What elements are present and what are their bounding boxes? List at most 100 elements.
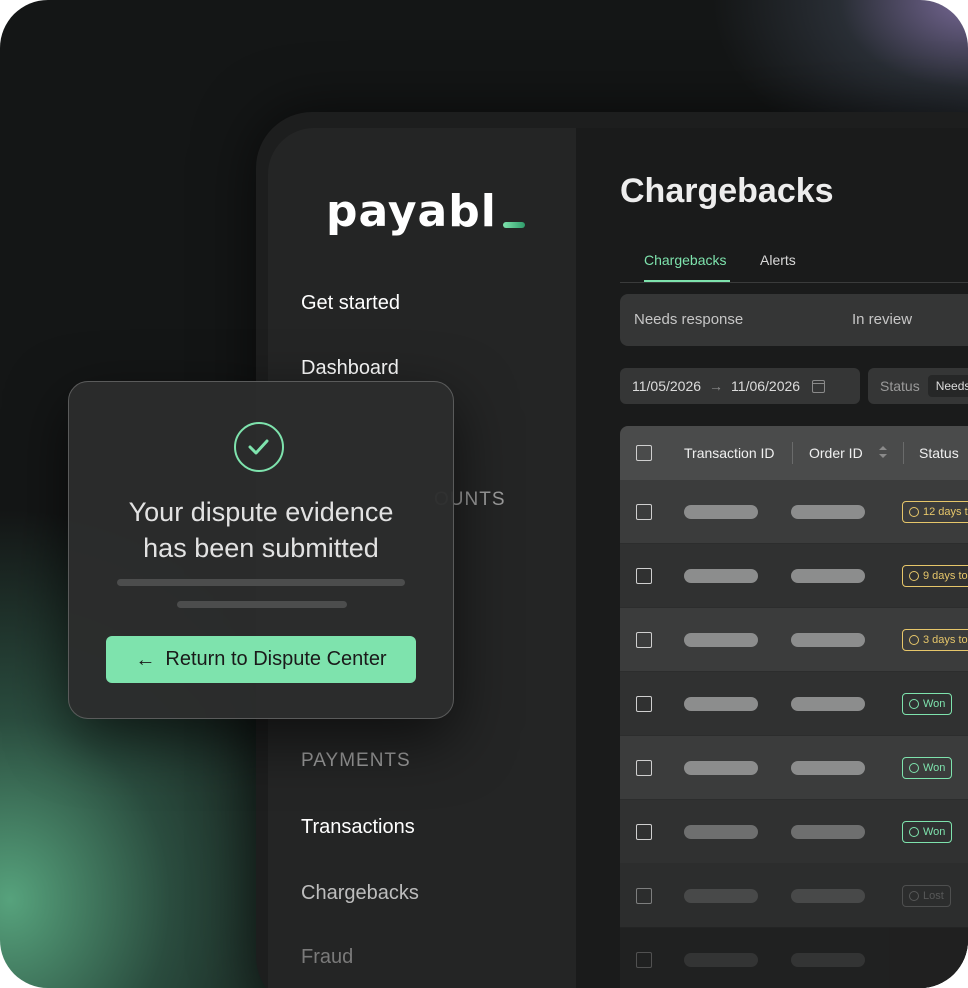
submission-confirmation-card: Your dispute evidence has been submitted…	[68, 381, 454, 719]
return-button-label: Return to Dispute Center	[165, 648, 387, 670]
table-row[interactable]: Won	[620, 736, 968, 800]
date-to: 11/06/2026	[731, 378, 801, 394]
table-row[interactable]: 12 days t	[620, 480, 968, 544]
sidebar-item-fraud[interactable]: Fraud	[301, 946, 353, 969]
arrow-left-icon: ←	[135, 648, 156, 671]
status-filter-value: Needs	[927, 375, 968, 397]
date-range-picker[interactable]: 11/05/2026 → 11/06/2026	[620, 368, 860, 404]
order-id-placeholder	[791, 569, 865, 583]
checkmark-icon	[248, 439, 269, 455]
filter-in-review[interactable]: In review	[852, 311, 912, 328]
row-checkbox[interactable]	[636, 888, 652, 904]
status-badge-text: 3 days to	[923, 634, 968, 646]
confirmation-title: Your dispute evidence has been submitted	[69, 494, 453, 566]
page-title: Chargebacks	[620, 172, 834, 210]
row-checkbox[interactable]	[636, 760, 652, 776]
table-row[interactable]	[620, 928, 968, 988]
status-filter-label: Status	[880, 378, 920, 394]
transaction-id-placeholder	[684, 505, 758, 519]
x-circle-icon	[909, 891, 919, 901]
text-placeholder-line	[177, 601, 347, 608]
confirmation-title-line-2: has been submitted	[143, 533, 379, 563]
order-id-placeholder	[791, 761, 865, 775]
table-row[interactable]: 3 days to	[620, 608, 968, 672]
sort-icon[interactable]	[879, 446, 887, 458]
column-order-id[interactable]: Order ID	[809, 445, 863, 461]
logo-accent-mark	[502, 222, 525, 228]
transaction-id-placeholder	[684, 697, 758, 711]
check-circle-icon	[909, 827, 919, 837]
status-badge: Won	[902, 757, 953, 779]
status-badge-text: Won	[923, 762, 946, 774]
order-id-placeholder	[791, 697, 865, 711]
order-id-placeholder	[791, 953, 865, 967]
transaction-id-placeholder	[684, 825, 758, 839]
status-filter[interactable]: Status Needs	[868, 368, 968, 404]
column-divider	[903, 442, 904, 464]
select-all-checkbox[interactable]	[636, 445, 652, 461]
row-checkbox[interactable]	[636, 824, 652, 840]
status-badge-text: 9 days to	[923, 570, 968, 582]
logo-text: payabl	[326, 186, 497, 237]
status-segment-bar: Needs response In review	[620, 294, 968, 346]
status-badge-text: Lost	[923, 890, 944, 902]
status-badge: Lost	[902, 885, 951, 907]
check-circle-icon	[909, 763, 919, 773]
row-checkbox[interactable]	[636, 504, 652, 520]
tab-chargebacks[interactable]: Chargebacks	[644, 252, 727, 268]
text-placeholder-line	[117, 579, 405, 586]
column-divider	[792, 442, 793, 464]
order-id-placeholder	[791, 889, 865, 903]
return-to-dispute-center-button[interactable]: ← Return to Dispute Center	[106, 636, 416, 683]
table-row[interactable]: Won	[620, 800, 968, 864]
table-header: Transaction ID Order ID Status	[620, 426, 968, 480]
row-checkbox[interactable]	[636, 952, 652, 968]
date-from: 11/05/2026	[632, 378, 702, 394]
date-range-arrow-icon: →	[709, 378, 724, 394]
clock-icon	[909, 635, 919, 645]
row-checkbox[interactable]	[636, 696, 652, 712]
clock-icon	[909, 571, 919, 581]
transaction-id-placeholder	[684, 761, 758, 775]
tab-bar: Chargebacks Alerts	[620, 238, 968, 283]
chargebacks-table: Transaction ID Order ID Status 12 days t	[620, 426, 968, 988]
status-badge: 3 days to	[902, 629, 968, 651]
column-transaction-id[interactable]: Transaction ID	[684, 445, 775, 461]
clock-icon	[909, 507, 919, 517]
status-badge: Won	[902, 821, 953, 843]
table-row[interactable]: Won	[620, 672, 968, 736]
status-badge: Won	[902, 693, 953, 715]
row-checkbox[interactable]	[636, 632, 652, 648]
status-badge: 9 days to	[902, 565, 968, 587]
transaction-id-placeholder	[684, 953, 758, 967]
tab-alerts[interactable]: Alerts	[760, 252, 796, 268]
status-badge-text: Won	[923, 826, 946, 838]
filter-needs-response[interactable]: Needs response	[634, 311, 743, 328]
sidebar-item-transactions[interactable]: Transactions	[301, 816, 415, 839]
main-panel: Chargebacks Chargebacks Alerts Needs res…	[576, 128, 968, 988]
status-badge-text: 12 days t	[923, 506, 968, 518]
active-tab-indicator	[644, 280, 730, 282]
transaction-id-placeholder	[684, 569, 758, 583]
order-id-placeholder	[791, 633, 865, 647]
payabl-logo: payabl	[326, 190, 525, 234]
transaction-id-placeholder	[684, 633, 758, 647]
calendar-icon	[812, 379, 826, 393]
order-id-placeholder	[791, 825, 865, 839]
column-status[interactable]: Status	[919, 445, 959, 461]
sidebar-section-payments: PAYMENTS	[301, 750, 411, 771]
order-id-placeholder	[791, 505, 865, 519]
sidebar-item-chargebacks[interactable]: Chargebacks	[301, 882, 419, 905]
status-badge: 12 days t	[902, 501, 968, 523]
background-stage: payabl Get started Dashboard OUNTS PAYME…	[0, 0, 968, 988]
table-row[interactable]: Lost	[620, 864, 968, 928]
table-row[interactable]: 9 days to	[620, 544, 968, 608]
sidebar-item-dashboard[interactable]: Dashboard	[301, 357, 399, 380]
row-checkbox[interactable]	[636, 568, 652, 584]
confirmation-title-line-1: Your dispute evidence	[128, 497, 394, 527]
check-circle-icon	[909, 699, 919, 709]
transaction-id-placeholder	[684, 889, 758, 903]
sidebar-item-get-started[interactable]: Get started	[301, 292, 400, 315]
check-circle-icon	[234, 422, 284, 472]
status-badge-text: Won	[923, 698, 946, 710]
